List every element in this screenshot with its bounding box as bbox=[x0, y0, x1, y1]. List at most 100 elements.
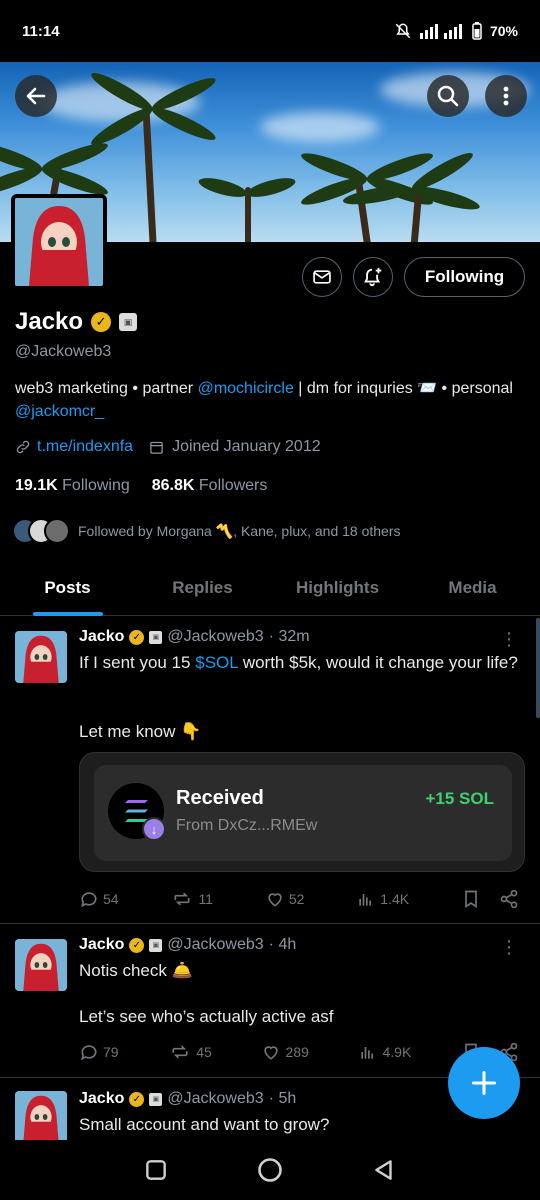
status-time: 11:14 bbox=[22, 22, 60, 40]
more-options-button[interactable] bbox=[485, 75, 527, 117]
scrollbar[interactable] bbox=[536, 618, 540, 718]
avatar-image bbox=[15, 631, 67, 683]
profile-name-row: Jacko ✓ ▣ bbox=[15, 308, 138, 336]
post-text-2: Let me know 👇 bbox=[79, 722, 202, 741]
post-avatar[interactable] bbox=[15, 1091, 67, 1140]
heart-icon bbox=[268, 893, 282, 907]
reply-icon bbox=[81, 892, 97, 908]
heart-icon bbox=[264, 1046, 279, 1060]
download-arrow-icon: ↓ bbox=[142, 817, 166, 841]
bar-chart-icon bbox=[359, 894, 372, 906]
home-icon[interactable] bbox=[256, 1156, 284, 1184]
avatar-image bbox=[15, 1091, 67, 1140]
post-text: Small account and want to grow? bbox=[79, 1115, 330, 1134]
arrow-left-icon bbox=[26, 87, 46, 105]
post-author-name[interactable]: Jacko bbox=[79, 628, 124, 646]
search-button[interactable] bbox=[427, 75, 469, 117]
affiliate-badge-icon: ▣ bbox=[119, 313, 138, 331]
envelope-icon bbox=[313, 270, 331, 284]
back-button[interactable] bbox=[15, 75, 57, 117]
bookmark-icon[interactable] bbox=[461, 889, 481, 909]
profile-avatar[interactable] bbox=[11, 194, 107, 290]
reply-button[interactable]: 79 bbox=[79, 1042, 119, 1062]
post-text-2: Let’s see who’s actually active asf bbox=[79, 1007, 334, 1026]
followers-stat[interactable]: 86.8K Followers bbox=[152, 477, 268, 495]
recents-icon[interactable] bbox=[143, 1157, 169, 1183]
website-link[interactable]: t.me/indexnfa bbox=[37, 438, 133, 456]
bell-plus-icon bbox=[364, 267, 382, 287]
message-button[interactable] bbox=[302, 257, 342, 297]
affiliate-badge-icon: ▣ bbox=[149, 630, 163, 644]
mute-icon bbox=[395, 23, 411, 39]
avatar-image bbox=[15, 939, 67, 991]
affiliate-badge-icon: ▣ bbox=[149, 1092, 163, 1106]
following-stat[interactable]: 19.1K Following bbox=[15, 477, 130, 495]
post-time: · 5h bbox=[268, 1090, 297, 1107]
profile-handle: @Jackoweb3 bbox=[15, 343, 112, 360]
profile-bio: web3 marketing • partner @mochicircle | … bbox=[15, 377, 525, 423]
joined-date: Joined January 2012 bbox=[172, 438, 321, 455]
post-time: · 4h bbox=[268, 936, 297, 953]
verified-badge-icon: ✓ bbox=[129, 629, 145, 645]
battery-icon bbox=[472, 22, 482, 40]
profile-meta: t.me/indexnfa Joined January 2012 bbox=[15, 438, 321, 456]
cashtag-link[interactable]: $SOL bbox=[195, 653, 238, 672]
back-nav-icon[interactable] bbox=[371, 1157, 397, 1183]
post-author-name[interactable]: Jacko bbox=[79, 1090, 124, 1108]
follower-avatar bbox=[44, 518, 70, 544]
tab-highlights[interactable]: Highlights bbox=[270, 566, 405, 615]
system-nav-bar bbox=[0, 1140, 540, 1200]
tab-media[interactable]: Media bbox=[405, 566, 540, 615]
post-header: Jacko ✓ ▣ @Jackoweb3 · 4h bbox=[79, 936, 296, 954]
follow-stats: 19.1K Following 86.8K Followers bbox=[15, 477, 267, 495]
reply-icon bbox=[81, 1045, 97, 1061]
reply-button[interactable]: 54 bbox=[79, 889, 119, 909]
bio-link-mochicircle[interactable]: @mochicircle bbox=[198, 380, 294, 397]
card-amount: +15 SOL bbox=[425, 789, 494, 808]
post-actions: 54 11 52 1.4K bbox=[79, 889, 519, 909]
status-bar: 11:14 70% bbox=[0, 0, 540, 62]
followed-by-row[interactable]: Followed by Morgana 〽️, Kane, plux, and … bbox=[12, 518, 401, 544]
share-icon[interactable] bbox=[499, 889, 519, 909]
like-button[interactable]: 289 bbox=[261, 1042, 309, 1062]
bio-link-jackomcr[interactable]: @jackomcr_ bbox=[15, 403, 104, 420]
profile-tabs: Posts Replies Highlights Media bbox=[0, 566, 540, 616]
active-tab-indicator bbox=[32, 612, 103, 616]
bio-text: web3 marketing • partner bbox=[15, 380, 198, 397]
post-more-icon[interactable]: ⋮ bbox=[500, 937, 518, 958]
post-author-name[interactable]: Jacko bbox=[79, 936, 124, 954]
like-button[interactable]: 52 bbox=[265, 889, 304, 909]
post-actions: 79 45 289 4.9K bbox=[79, 1042, 519, 1062]
repost-button[interactable]: 45 bbox=[168, 1042, 212, 1062]
transaction-card-inner: ↓ Received From DxCz...RMEw +15 SOL bbox=[94, 765, 512, 861]
avatar-image bbox=[15, 198, 103, 286]
link-icon bbox=[16, 440, 30, 454]
tab-replies[interactable]: Replies bbox=[135, 566, 270, 615]
post-text: Notis check 🛎️ bbox=[79, 961, 193, 980]
post-author-handle: @Jackoweb3 bbox=[167, 1090, 264, 1107]
notifications-button[interactable] bbox=[353, 257, 393, 297]
views-button[interactable]: 1.4K bbox=[356, 889, 409, 909]
transaction-card[interactable]: ↓ Received From DxCz...RMEw +15 SOL bbox=[79, 752, 525, 872]
post-header: Jacko ✓ ▣ @Jackoweb3 · 5h bbox=[79, 1090, 296, 1108]
following-button[interactable]: Following bbox=[404, 257, 525, 297]
vertical-dots-icon bbox=[503, 86, 509, 106]
compose-post-button[interactable] bbox=[448, 1047, 520, 1119]
verified-badge-icon: ✓ bbox=[91, 312, 112, 332]
bar-chart-icon bbox=[361, 1047, 374, 1059]
post-more-icon[interactable]: ⋮ bbox=[500, 629, 518, 650]
bio-text-2: | dm for inquries 📨 • personal bbox=[293, 380, 513, 397]
repost-button[interactable]: 11 bbox=[170, 889, 213, 909]
search-icon bbox=[437, 85, 459, 107]
post-avatar[interactable] bbox=[15, 631, 67, 683]
post-item[interactable]: Jacko ✓ ▣ @Jackoweb3 · 4h ⋮ Notis check … bbox=[0, 925, 540, 1078]
post-avatar[interactable] bbox=[15, 939, 67, 991]
post-text: If I sent you 15 $SOL worth $5k, would i… bbox=[79, 653, 518, 672]
profile-name: Jacko bbox=[15, 308, 84, 335]
tab-posts[interactable]: Posts bbox=[0, 566, 135, 616]
repost-icon bbox=[174, 892, 190, 906]
signal-icon bbox=[419, 24, 462, 39]
views-button[interactable]: 4.9K bbox=[358, 1042, 411, 1062]
followed-by-text: Followed by Morgana 〽️, Kane, plux, and … bbox=[78, 522, 401, 539]
calendar-icon bbox=[150, 441, 163, 454]
